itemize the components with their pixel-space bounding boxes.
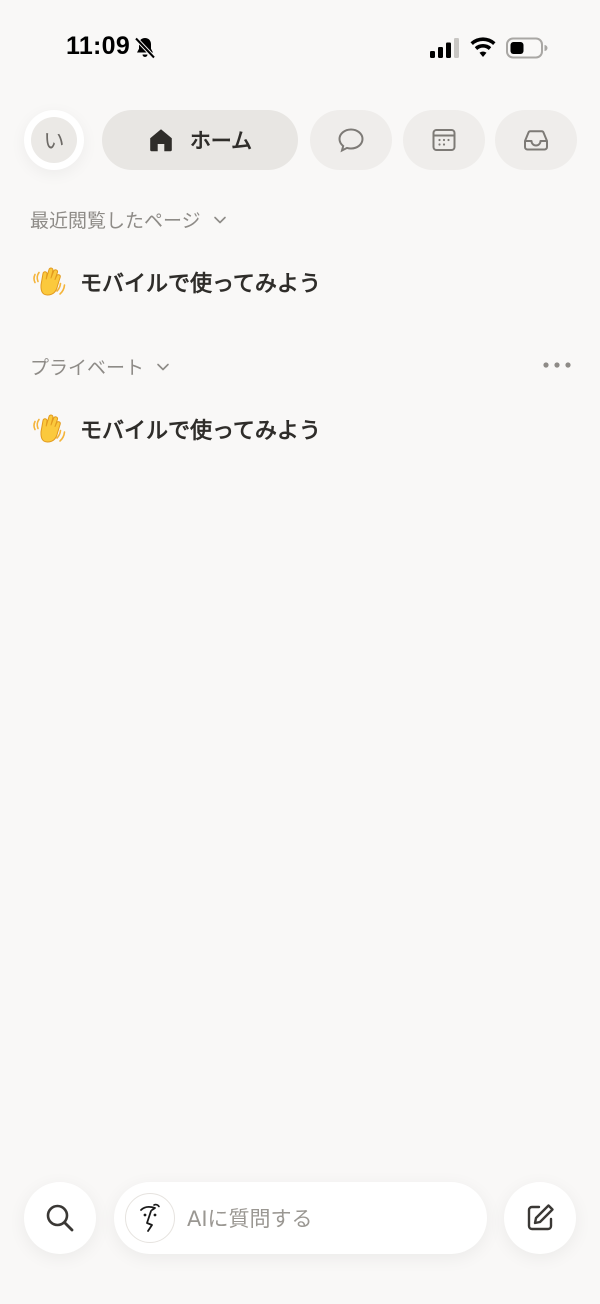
cellular-signal-icon: [430, 38, 459, 58]
tab-home[interactable]: ホーム: [102, 110, 298, 170]
recent-page-item[interactable]: モバイルで使ってみよう: [30, 264, 321, 300]
ai-ask-placeholder: AIに質問する: [187, 1207, 313, 1231]
private-page-title: モバイルで使ってみよう: [80, 419, 321, 444]
status-time: 11:09: [66, 32, 131, 60]
chat-bubble-icon: [338, 128, 364, 153]
home-icon: [150, 129, 172, 152]
chevron-down-icon: [213, 216, 226, 223]
tab-calendar[interactable]: [403, 110, 485, 170]
workspace-avatar[interactable]: い: [24, 110, 84, 170]
inbox-icon: [524, 130, 548, 151]
search-button[interactable]: [24, 1182, 96, 1254]
ai-face-icon: [140, 1203, 160, 1232]
ai-ask-input[interactable]: AIに質問する: [114, 1182, 487, 1254]
waving-hand-icon: [33, 267, 66, 296]
status-bar: 11:09: [0, 0, 600, 96]
chevron-down-icon: [157, 363, 169, 370]
waving-hand-icon: [33, 414, 66, 443]
recent-section-header[interactable]: 最近閲覧したページ: [30, 206, 227, 233]
battery-icon: [506, 37, 548, 59]
private-page-item[interactable]: モバイルで使ってみよう: [30, 411, 321, 447]
tab-home-label: ホーム: [189, 129, 253, 153]
tab-inbox[interactable]: [495, 110, 577, 170]
recent-page-title: モバイルで使ってみよう: [80, 272, 321, 297]
recent-section-title: 最近閲覧したページ: [30, 210, 201, 232]
private-section-title: プライベート: [30, 357, 145, 379]
ai-avatar: [125, 1193, 175, 1243]
bell-slash-icon: [134, 37, 156, 59]
wifi-icon: [470, 37, 496, 57]
tab-chat[interactable]: [310, 110, 392, 170]
avatar-initial: い: [31, 117, 77, 163]
more-options-icon[interactable]: [540, 358, 574, 372]
private-section-header[interactable]: プライベート: [30, 353, 170, 380]
search-icon: [46, 1204, 74, 1232]
compose-icon: [527, 1204, 554, 1231]
compose-button[interactable]: [504, 1182, 576, 1254]
calendar-icon: [432, 129, 456, 151]
